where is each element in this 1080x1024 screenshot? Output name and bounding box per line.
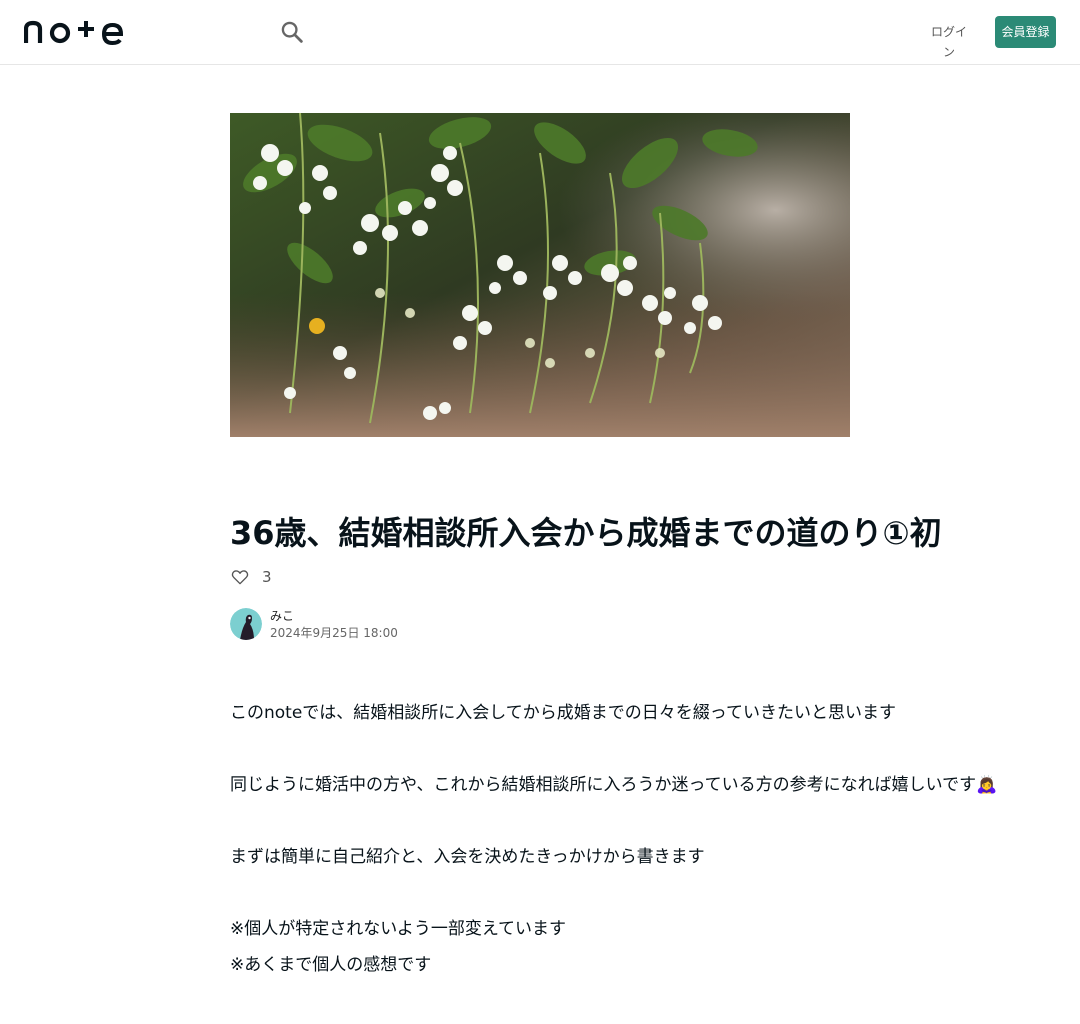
body-paragraph: 同じように婚活中の方や、これから結婚相談所に入ろうか迷っている方の参考になれば嬉… (230, 775, 998, 795)
author-name[interactable]: みこ (270, 607, 398, 625)
login-link[interactable]: ログイン (928, 22, 970, 59)
like-section: 3 (230, 565, 272, 589)
signup-button[interactable]: 会員登録 (995, 16, 1056, 48)
article-title: 36歳、結婚相談所入会から成婚までの道のり①初 (230, 514, 942, 552)
search-button[interactable] (278, 18, 306, 46)
note-logo[interactable] (24, 17, 124, 47)
article-body: このnoteでは、結婚相談所に入会してから成婚までの日々を綴っていきたいと思いま… (230, 698, 998, 1022)
post-date: 2024年9月25日 18:00 (270, 626, 398, 640)
search-icon (281, 21, 303, 43)
author-info: みこ 2024年9月25日 18:00 (230, 606, 398, 642)
site-header: ログイン 会員登録 (0, 0, 1080, 65)
like-count: 3 (262, 568, 272, 586)
hero-image (230, 113, 850, 437)
body-paragraph: ※個人が特定されないよう一部変えています (230, 919, 567, 939)
avatar[interactable] (230, 608, 262, 640)
body-paragraph: このnoteでは、結婚相談所に入会してから成婚までの日々を綴っていきたいと思いま… (230, 703, 896, 723)
body-paragraph: ※あくまで個人の感想です (230, 955, 432, 975)
flower-photo (230, 113, 850, 437)
heart-outline-icon[interactable] (230, 567, 250, 587)
body-paragraph: まずは簡単に自己紹介と、入会を決めたきっかけから書きます (230, 847, 705, 867)
